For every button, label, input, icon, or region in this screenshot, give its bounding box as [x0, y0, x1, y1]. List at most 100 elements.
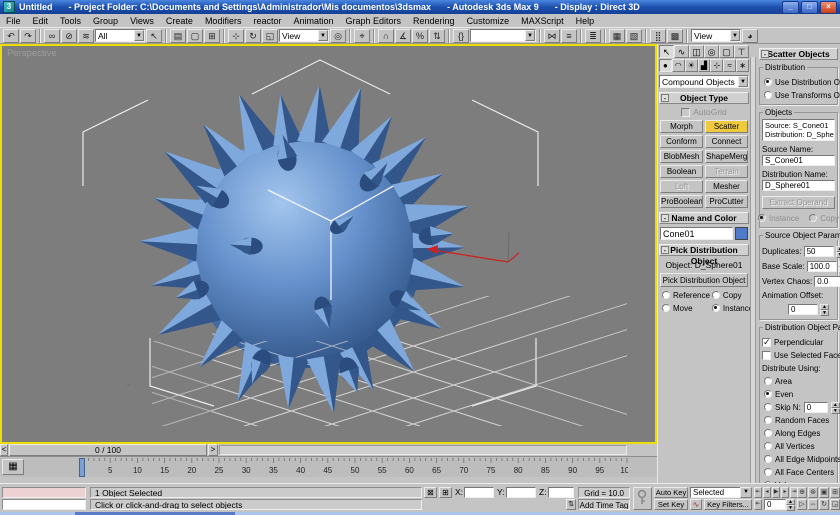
default-in-out-tangents-button[interactable]: ∿: [690, 499, 702, 510]
render-setup-button[interactable]: ▩: [667, 28, 683, 43]
use-distribution-object-radio[interactable]: [764, 78, 772, 86]
key-filters-button[interactable]: Key Filters...: [704, 499, 752, 510]
distribution-option-use-transforms-only[interactable]: Use Transforms Only: [764, 90, 840, 100]
undo-button[interactable]: ↶: [3, 28, 19, 43]
category-shapes[interactable]: ◠: [671, 59, 685, 72]
reference-radio[interactable]: [662, 291, 670, 299]
tab-utilities[interactable]: ⊤: [734, 45, 749, 58]
skip-n-spinner[interactable]: ▲ ▼: [830, 401, 840, 414]
random-faces-radio[interactable]: [764, 416, 772, 424]
pan-button[interactable]: ⇔: [808, 499, 818, 510]
maxscript-mini-listener-pink[interactable]: [2, 487, 86, 498]
set-keys-button[interactable]: [633, 487, 652, 510]
unlink-selection-button[interactable]: ⊘: [61, 28, 77, 43]
object-type-blobmesh[interactable]: BlobMesh: [660, 150, 703, 163]
all-face-centers-radio[interactable]: [764, 468, 772, 476]
restore-button[interactable]: □: [801, 0, 818, 14]
tab-create[interactable]: ↖: [659, 45, 674, 58]
angle-snap-toggle-button[interactable]: ∡: [395, 28, 411, 43]
next-frame-button[interactable]: ▸: [781, 487, 789, 498]
time-slider-frame-indicator[interactable]: [79, 458, 85, 477]
menu-create[interactable]: Create: [160, 16, 199, 26]
distribution-option-use-distribution-object[interactable]: Use Distribution Object: [764, 77, 840, 87]
window-crossing-button[interactable]: ⊞: [204, 28, 220, 43]
all-edge-midpoints-radio[interactable]: [764, 455, 772, 463]
curve-editor-button[interactable]: ▦: [609, 28, 625, 43]
distribute-option-skip-n[interactable]: Skip N: 0 ▲ ▼: [764, 401, 840, 414]
autogrid-checkbox[interactable]: [681, 107, 691, 117]
vertex-chaos-field[interactable]: 0.0: [814, 276, 840, 287]
all-vertices-radio[interactable]: [764, 442, 772, 450]
render-type-dropdown[interactable]: View ▼: [691, 29, 741, 42]
time-slider-track[interactable]: [219, 445, 627, 455]
auto-key-button[interactable]: Auto Key: [654, 487, 688, 498]
zoom-extents-all-button[interactable]: ⊞: [830, 487, 840, 498]
category-space-warps[interactable]: ≈: [723, 59, 737, 72]
mini-curve-editor-button[interactable]: ▦: [2, 459, 24, 475]
go-to-start-button[interactable]: ⇤: [754, 487, 762, 498]
collapse-icon[interactable]: -: [661, 214, 669, 223]
rollout-name-and-color[interactable]: - Name and Color: [659, 212, 749, 224]
menu-reactor[interactable]: reactor: [247, 16, 287, 26]
named-selection-sets-dropdown[interactable]: ▼: [470, 29, 536, 42]
viewport-label[interactable]: Perspective: [7, 48, 57, 59]
tab-display[interactable]: ▢: [719, 45, 734, 58]
tab-modify[interactable]: ∿: [674, 45, 689, 58]
time-slider-handle[interactable]: 0 / 100: [9, 444, 207, 456]
object-type-conform[interactable]: Conform: [660, 135, 703, 148]
menu-help[interactable]: Help: [570, 16, 601, 26]
category-systems[interactable]: ∗: [736, 59, 750, 72]
menu-rendering[interactable]: Rendering: [407, 16, 461, 26]
object-type-scatter[interactable]: Scatter: [705, 120, 748, 133]
rollout-object-type[interactable]: - Object Type: [659, 92, 749, 104]
reference-coordinate-system-dropdown[interactable]: View ▼: [279, 29, 329, 42]
along-edges-radio[interactable]: [764, 429, 772, 437]
tab-hierarchy[interactable]: ◫: [689, 45, 704, 58]
chevron-down-icon[interactable]: ▼: [134, 30, 144, 41]
chevron-down-icon[interactable]: ▼: [318, 30, 328, 41]
menu-file[interactable]: File: [0, 16, 27, 26]
clone-option-reference[interactable]: Reference: [662, 290, 710, 300]
even-radio[interactable]: [764, 390, 772, 398]
source-name-field[interactable]: S_Cone01: [762, 155, 835, 166]
key-mode-dropdown[interactable]: Selected ▼: [690, 487, 752, 498]
copy-radio[interactable]: [711, 291, 720, 299]
collapse-icon[interactable]: -: [661, 246, 669, 255]
operand-item[interactable]: Source: S_Cone01: [765, 121, 832, 130]
selection-filter-dropdown[interactable]: All ▼: [95, 29, 145, 42]
category-lights[interactable]: ☀: [684, 59, 698, 72]
add-time-tag[interactable]: Add Time Tag: [578, 499, 630, 510]
duplicates-spinner[interactable]: ▲▼: [835, 246, 840, 258]
redo-button[interactable]: ↷: [20, 28, 36, 43]
quick-render-button[interactable]: ◕: [742, 28, 758, 43]
menu-modifiers[interactable]: Modifiers: [199, 16, 248, 26]
category-helpers[interactable]: ⊹: [710, 59, 724, 72]
selection-lock-toggle[interactable]: ⊠: [424, 487, 437, 498]
object-type-mesher[interactable]: Mesher: [705, 180, 748, 193]
track-bar-ruler[interactable]: 0510152025303540455055606570758085909510…: [27, 457, 634, 478]
schematic-view-button[interactable]: ▧: [626, 28, 642, 43]
animation-offset-spinner[interactable]: ▲ ▼: [820, 304, 829, 316]
set-key-button[interactable]: Set Key: [654, 499, 688, 510]
previous-frame-button[interactable]: ◂: [763, 487, 771, 498]
perpendicular-checkbox[interactable]: [762, 337, 771, 348]
maxscript-mini-listener-white[interactable]: [2, 499, 86, 510]
chevron-down-icon[interactable]: ▼: [730, 30, 740, 41]
mirror-button[interactable]: ⋈: [544, 28, 560, 43]
category-geometry[interactable]: ●: [659, 59, 672, 72]
duplicates-field[interactable]: 50: [803, 246, 834, 257]
rollout-pick-distribution-object[interactable]: - Pick Distribution Object: [659, 244, 749, 266]
chevron-down-icon[interactable]: ▼: [740, 487, 752, 498]
zoom-extents-button[interactable]: ▣: [819, 487, 829, 498]
arc-rotate-button[interactable]: ↻: [819, 499, 829, 510]
distribution-name-field[interactable]: D_Sphere01: [762, 180, 835, 191]
menu-tools[interactable]: Tools: [54, 16, 87, 26]
chevron-down-icon[interactable]: ▼: [738, 76, 748, 87]
spinner-snap-toggle-button[interactable]: ⇅: [429, 28, 445, 43]
menu-customize[interactable]: Customize: [461, 16, 516, 26]
area-radio[interactable]: [764, 377, 772, 385]
object-color-swatch[interactable]: [735, 227, 748, 240]
menu-maxscript[interactable]: MAXScript: [515, 16, 570, 26]
current-frame-field[interactable]: 0: [764, 499, 786, 510]
base-scale-field[interactable]: 100.0: [806, 261, 837, 272]
